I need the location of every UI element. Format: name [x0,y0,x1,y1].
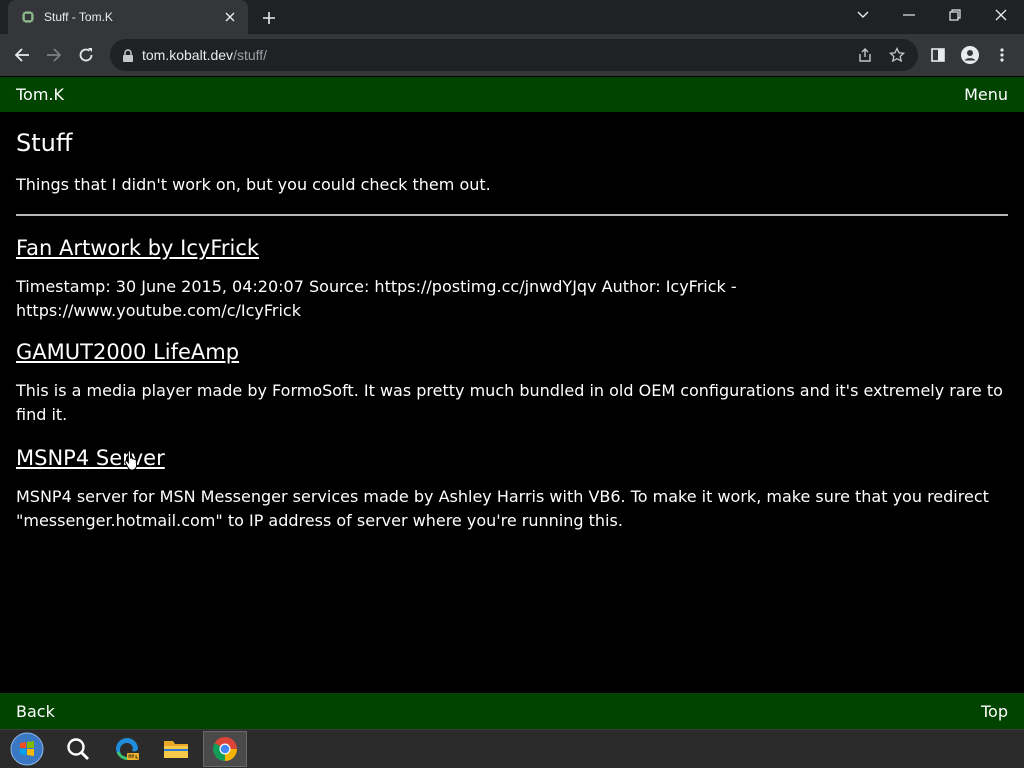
entry-item: MSNP4 Server [16,445,1008,471]
browser-toolbar: tom.kobalt.dev/stuff/ [0,34,1024,76]
chrome-taskbar-icon[interactable] [203,731,247,767]
close-window-icon[interactable] [978,0,1024,30]
bookmark-star-icon[interactable] [888,46,906,64]
brand-link[interactable]: Tom.K [16,85,64,104]
url-path: /stuff/ [233,47,268,63]
file-explorer-icon[interactable] [154,731,198,767]
lock-icon[interactable] [122,48,136,62]
entry-item: Fan Artwork by IcyFrick [16,235,1008,261]
back-link[interactable]: Back [16,702,55,721]
url-host: tom.kobalt.dev [142,47,234,63]
edge-browser-icon[interactable] [105,731,149,767]
address-bar[interactable]: tom.kobalt.dev/stuff/ [110,39,918,71]
main-content: Stuff Things that I didn't work on, but … [16,112,1008,533]
new-tab-icon[interactable] [258,7,280,29]
reload-icon[interactable] [72,41,100,69]
top-link[interactable]: Top [981,702,1008,721]
share-icon[interactable] [856,46,874,64]
divider [16,214,1008,216]
entry-title-link[interactable]: Fan Artwork by IcyFrick [16,235,259,261]
entry-text: This is a media player made by FormoSoft… [16,381,1003,424]
menu-link[interactable]: Menu [964,85,1008,104]
site-header: Tom.K Menu [0,77,1024,112]
page-title: Stuff [16,129,73,157]
entry-item: GAMUT2000 LifeAmp [16,339,1008,365]
chip-favicon-icon [20,9,36,25]
entry-text: Timestamp: 30 June 2015, 04:20:07 Source… [16,277,737,320]
url-text[interactable]: tom.kobalt.dev/stuff/ [142,39,267,71]
tab-search-chevron-down-icon[interactable] [840,0,886,30]
entry-title-link[interactable]: MSNP4 Server [16,445,165,471]
restore-icon[interactable] [932,0,978,30]
back-arrow-icon[interactable] [8,41,36,69]
hand-cursor-icon [124,449,140,471]
site-footer: Back Top [0,693,1024,729]
start-button-icon[interactable] [5,731,49,767]
browser-tab[interactable]: Stuff - Tom.K [8,0,248,34]
forward-arrow-icon[interactable] [40,41,68,69]
entry-text: MSNP4 server for MSN Messenger services … [16,487,989,530]
close-tab-icon[interactable] [222,9,238,25]
taskbar [0,729,1024,768]
tab-bar: Stuff - Tom.K [0,0,1024,34]
profile-icon[interactable] [960,45,980,65]
minimize-icon[interactable] [886,0,932,30]
side-panel-icon[interactable] [928,45,948,65]
tab-title: Stuff - Tom.K [44,10,113,24]
page-description: Things that I didn't work on, but you co… [16,175,491,194]
more-menu-icon[interactable] [992,45,1012,65]
entry-title-link[interactable]: GAMUT2000 LifeAmp [16,339,239,365]
search-icon[interactable] [56,731,100,767]
